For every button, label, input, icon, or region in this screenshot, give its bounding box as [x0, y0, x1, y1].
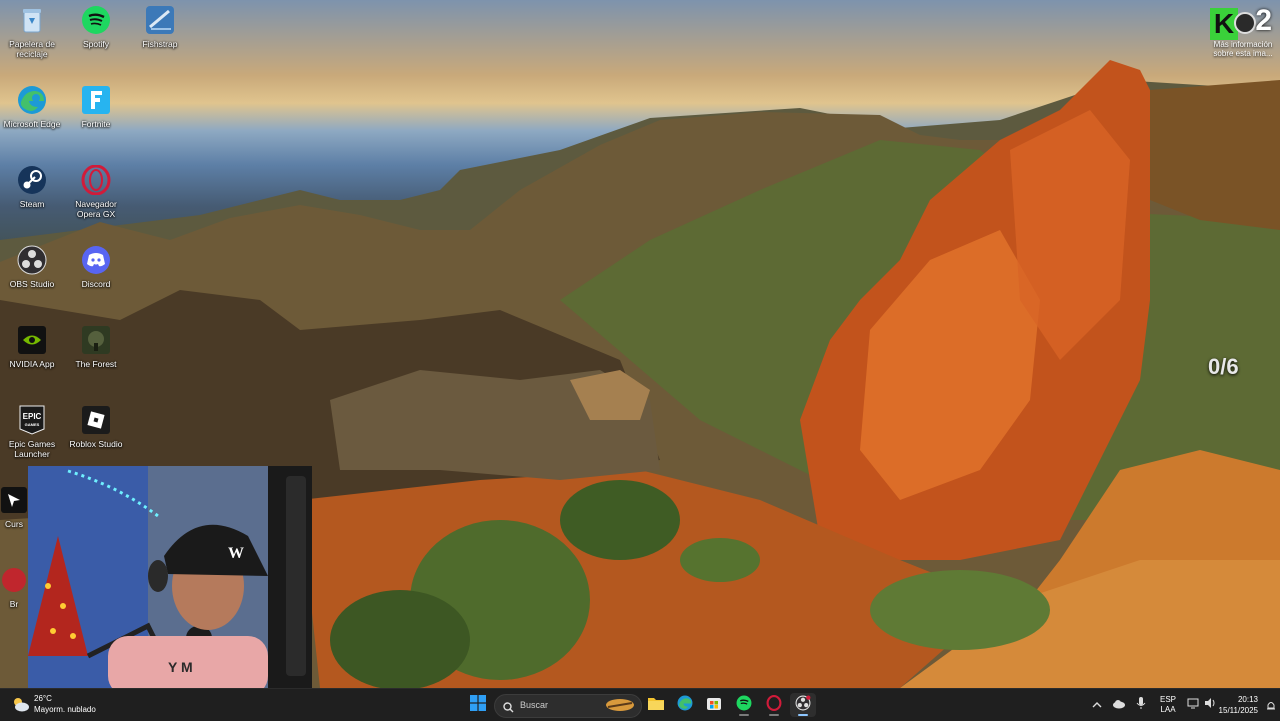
spotify-taskbar-icon	[736, 695, 752, 716]
search-icon	[503, 700, 514, 718]
search-placeholder: Buscar	[520, 700, 549, 710]
desktop-icon-edge[interactable]: Microsoft Edge	[0, 84, 64, 129]
desktop-icon-fishstrap[interactable]: Fishstrap	[128, 4, 192, 49]
discord-icon	[80, 244, 112, 276]
roblox-studio-icon	[80, 404, 112, 436]
bell-icon	[1266, 699, 1276, 716]
volume-tray[interactable]	[1202, 693, 1218, 717]
language-code: ESP	[1159, 695, 1176, 704]
desktop-icon-obs[interactable]: OBS Studio	[0, 244, 64, 289]
network-tray[interactable]	[1184, 693, 1202, 717]
opera-gx-taskbar-icon	[766, 694, 782, 716]
desktop-icon-spotify[interactable]: Spotify	[64, 4, 128, 49]
chevron-up-icon	[1092, 696, 1102, 714]
cursor-app-icon	[0, 484, 30, 516]
desktop-icon-epic-games[interactable]: EPIC GAMES Epic Games Launcher	[0, 404, 64, 459]
desktop-icon-discord[interactable]: Discord	[64, 244, 128, 289]
onedrive-tray[interactable]	[1109, 693, 1129, 717]
running-indicator	[798, 714, 808, 716]
taskbar-edge[interactable]	[672, 693, 698, 717]
file-explorer-icon	[647, 695, 665, 716]
fortnite-icon	[80, 84, 112, 116]
obs-taskbar-icon	[795, 695, 811, 716]
fishstrap-icon	[144, 4, 176, 36]
svg-text:Y M: Y M	[168, 659, 193, 675]
desktop-icon-the-forest[interactable]: The Forest	[64, 324, 128, 369]
webcam-overlay: Y M W	[28, 466, 312, 690]
start-button[interactable]	[465, 693, 491, 717]
desktop-icon-steam[interactable]: Steam	[0, 164, 64, 209]
cloud-icon	[1112, 696, 1126, 714]
keyboard-layout: LAA	[1160, 705, 1176, 714]
show-hidden-icons-button[interactable]	[1087, 693, 1107, 717]
taskbar-file-explorer[interactable]	[643, 693, 669, 717]
speaker-icon	[1204, 696, 1216, 714]
wallpaper-info-link[interactable]: Más información sobre esta ima...	[1208, 40, 1278, 58]
running-indicator	[769, 714, 779, 716]
microphone-tray[interactable]	[1131, 693, 1151, 717]
language-indicator[interactable]: ESP LAA	[1158, 695, 1178, 715]
spotify-icon	[80, 4, 112, 36]
microphone-icon	[1136, 696, 1146, 715]
svg-text:EPIC: EPIC	[23, 412, 42, 421]
network-icon	[1187, 696, 1199, 714]
stream-brand-logo: K 2	[1208, 4, 1272, 44]
desktop-icon-recycle-bin[interactable]: Papelera de reciclaje	[0, 4, 64, 59]
taskbar-obs[interactable]	[790, 693, 816, 717]
desktop-icon-opera-gx[interactable]: Navegador Opera GX	[64, 164, 128, 219]
windows-logo-icon	[470, 694, 486, 716]
opera-gx-icon	[80, 164, 112, 196]
brand-number: 2	[1255, 4, 1272, 37]
edge-icon	[16, 84, 48, 116]
taskbar-search[interactable]: Buscar	[494, 694, 642, 718]
edge-taskbar-icon	[677, 695, 693, 716]
clock-date: 15/11/2025	[1218, 706, 1258, 715]
weather-temperature: 26°C	[34, 694, 52, 703]
epic-games-icon: EPIC GAMES	[16, 404, 48, 436]
search-highlight-icon	[605, 697, 635, 718]
taskbar-microsoft-store[interactable]	[701, 693, 727, 717]
progress-counter: 0/6	[1208, 354, 1239, 379]
steam-icon	[16, 164, 48, 196]
taskbar-opera-gx[interactable]	[761, 693, 787, 717]
svg-text:GAMES: GAMES	[25, 422, 40, 427]
running-indicator	[739, 714, 749, 716]
system-clock[interactable]: 20:13 15/11/2025	[1219, 694, 1258, 716]
camera-lens-icon	[1234, 12, 1256, 34]
desktop-icon-roblox-studio[interactable]: Roblox Studio	[64, 404, 128, 449]
desktop-icon-nvidia[interactable]: NVIDIA App	[0, 324, 64, 369]
desktop-icon-fortnite[interactable]: Fortnite	[64, 84, 128, 129]
taskbar-spotify[interactable]	[731, 693, 757, 717]
recycle-bin-icon	[16, 4, 48, 36]
microsoft-store-icon	[706, 695, 722, 716]
taskbar: 26°C Mayorm. nublado Buscar ESP LAA 20:1…	[0, 688, 1280, 721]
svg-text:W: W	[228, 545, 244, 562]
the-forest-icon	[80, 324, 112, 356]
notifications-button[interactable]	[1266, 699, 1276, 717]
clock-time: 20:13	[1237, 695, 1258, 704]
nvidia-icon	[16, 324, 48, 356]
browser-app-icon	[0, 564, 30, 596]
cloud-sun-icon	[10, 695, 30, 718]
obs-icon	[16, 244, 48, 276]
weather-condition: Mayorm. nublado	[34, 705, 96, 714]
